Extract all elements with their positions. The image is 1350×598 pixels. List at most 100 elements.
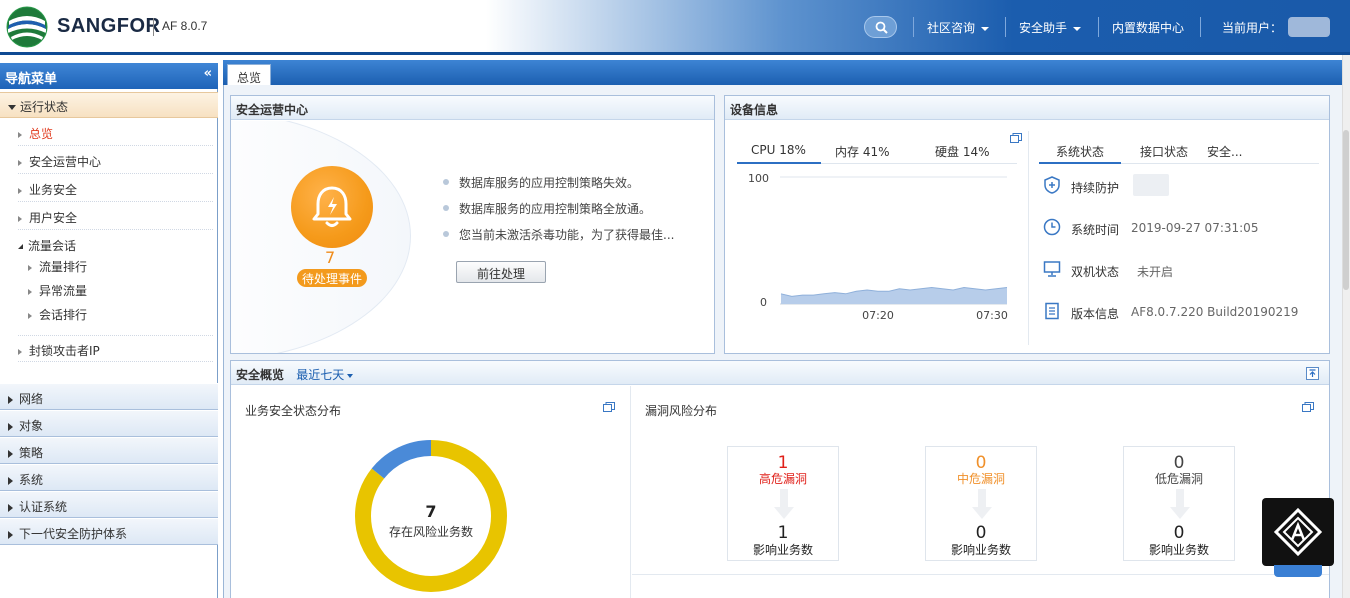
collapse-sidebar-icon[interactable]: « (204, 66, 212, 81)
time-range-label: 最近七天 (296, 368, 345, 382)
chevron-right-icon (18, 131, 22, 138)
sidebar-section-ngsec[interactable]: 下一代安全防护体系 (0, 518, 218, 545)
sidebar-item-label: 流量排行 (39, 260, 88, 274)
vuln-box-medium[interactable]: 0 中危漏洞 0 影响业务数 (925, 446, 1037, 561)
chevron-right-icon (8, 503, 13, 512)
go-handle-button[interactable]: 前往处理 (456, 261, 546, 283)
sidebar-section-auth[interactable]: 认证系统 (0, 491, 218, 518)
brand-separator (153, 18, 154, 36)
bell-icon (312, 186, 352, 227)
search-button[interactable] (864, 16, 897, 38)
sidebar-title: 导航菜单 (5, 72, 58, 87)
soc-message: 数据库服务的应用控制策略失效。 (442, 176, 640, 190)
affected-label: 影响业务数 (950, 543, 1011, 557)
expand-down-icon (8, 105, 16, 110)
donut-label: 存在风险业务数 (388, 525, 473, 539)
floating-helper-tab[interactable] (1274, 565, 1322, 577)
sangfor-logo-icon (6, 6, 48, 48)
panel-title: 安全运营中心 (231, 96, 714, 120)
sidebar-section-running-status[interactable]: 运行状态 (0, 92, 218, 118)
chevron-down-icon (981, 26, 990, 31)
monitor-icon (1043, 261, 1061, 277)
chevron-down-icon (347, 373, 354, 378)
vuln-level-label: 高危漏洞 (758, 472, 807, 486)
restore-window-icon[interactable] (603, 402, 615, 412)
section-label: 运行状态 (20, 100, 69, 114)
search-icon (875, 21, 888, 34)
restore-window-icon[interactable] (1010, 133, 1022, 143)
divider (632, 574, 1329, 575)
scrollbar-thumb[interactable] (1343, 130, 1349, 290)
section-label: 系统 (19, 473, 44, 487)
affected-count: 0 (1173, 523, 1185, 543)
panel-title: 安全概览 (236, 368, 285, 382)
sidebar-item-traffic-session[interactable]: 流量会话 (18, 231, 213, 258)
x-tick-label: 07:20 (862, 309, 894, 322)
soc-panel: 安全运营中心 7 待处理事件 数据库服务的应用控制策略失效。 数据库服务的应用控… (230, 95, 715, 354)
sidebar-item-label: 封锁攻击者IP (29, 344, 100, 358)
chevron-right-icon (8, 422, 13, 431)
chevron-right-icon (18, 187, 22, 194)
tab-memory[interactable]: 内存 41% (835, 143, 890, 160)
pending-events-badge[interactable]: 待处理事件 (297, 269, 367, 287)
vuln-box-low[interactable]: 0 低危漏洞 0 影响业务数 (1123, 446, 1235, 561)
sidebar-section-objects[interactable]: 对象 (0, 410, 218, 437)
time-range-dropdown[interactable]: 最近七天 (296, 368, 354, 382)
sidebar-section-network[interactable]: 网络 (0, 383, 218, 410)
sidebar-section-policy[interactable]: 策略 (0, 437, 218, 464)
down-arrow-icon (774, 489, 794, 519)
soc-message: 数据库服务的应用控制策略全放通。 (442, 202, 652, 216)
section-label: 下一代安全防护体系 (19, 527, 128, 541)
nav-community[interactable]: 社区咨询 (927, 19, 990, 36)
overview-header: 安全概览 最近七天 (231, 361, 1329, 385)
tab-overview[interactable]: 总览 (227, 64, 271, 86)
tab-security-more[interactable]: 安全... (1207, 143, 1242, 160)
section-label: 认证系统 (19, 500, 68, 514)
sidebar-item-user-security[interactable]: 用户安全 (18, 203, 213, 230)
nav-separator (1200, 17, 1201, 37)
expanded-icon (18, 244, 23, 249)
down-arrow-icon (972, 489, 992, 519)
vuln-box-high[interactable]: 1 高危漏洞 1 影响业务数 (727, 446, 839, 561)
sidebar-subitem-session-rank[interactable]: 会话排行 (28, 306, 87, 323)
current-user-label: 当前用户： (1222, 21, 1283, 35)
nav-security-assistant[interactable]: 安全助手 (1019, 19, 1082, 36)
section-label: 策略 (19, 446, 44, 460)
y-tick-label: 100 (748, 172, 769, 185)
chevron-right-icon (28, 312, 32, 319)
info-label: 持续防护 (1071, 181, 1120, 195)
sidebar-item-overview[interactable]: 总览 (18, 119, 213, 146)
collapse-panel-icon[interactable] (1306, 367, 1319, 380)
panel-title: 设备信息 (725, 96, 1329, 120)
pending-count: 7 (325, 248, 336, 267)
sidebar-subitem-abnormal-traffic[interactable]: 异常流量 (28, 282, 87, 299)
sidebar-item-soc[interactable]: 安全运营中心 (18, 147, 213, 174)
alert-bell-badge[interactable] (291, 166, 373, 248)
tab-bar: 总览 (223, 60, 1342, 86)
nav-data-center[interactable]: 内置数据中心 (1112, 19, 1184, 36)
sidebar-section-system[interactable]: 系统 (0, 464, 218, 491)
tab-cpu[interactable]: CPU 18% (751, 143, 806, 157)
sidebar-item-business-security[interactable]: 业务安全 (18, 175, 213, 202)
active-tab-indicator (1039, 162, 1121, 164)
sidebar-subitem-traffic-rank[interactable]: 流量排行 (28, 258, 87, 275)
page-scrollbar[interactable] (1342, 55, 1350, 598)
tab-interface-status[interactable]: 接口状态 (1140, 143, 1188, 160)
document-icon (1045, 302, 1059, 320)
chevron-right-icon (8, 476, 13, 485)
tab-disk[interactable]: 硬盘 14% (935, 143, 990, 160)
restore-window-icon[interactable] (1302, 402, 1314, 412)
sidebar-item-label: 异常流量 (39, 284, 88, 298)
vuln-risk-section: 漏洞风险分布 1 高危漏洞 1 影响业务数 0 中危漏洞 0 影响业务数 0 低… (632, 386, 1329, 598)
info-label: 双机状态 (1071, 265, 1120, 279)
tab-system-status[interactable]: 系统状态 (1056, 143, 1104, 160)
x-tick-label: 07:30 (976, 309, 1008, 322)
sidebar-item-label: 总览 (29, 127, 54, 141)
nav-separator (1098, 17, 1099, 37)
sidebar-item-block-attacker-ip[interactable]: 封锁攻击者IP (18, 335, 213, 362)
current-user-name[interactable] (1288, 17, 1330, 37)
soc-message: 您当前未激活杀毒功能，为了获得最佳... (442, 228, 675, 242)
affected-count: 1 (777, 523, 789, 543)
protection-value-blurred (1133, 174, 1169, 196)
floating-assistant-button[interactable] (1262, 498, 1334, 566)
